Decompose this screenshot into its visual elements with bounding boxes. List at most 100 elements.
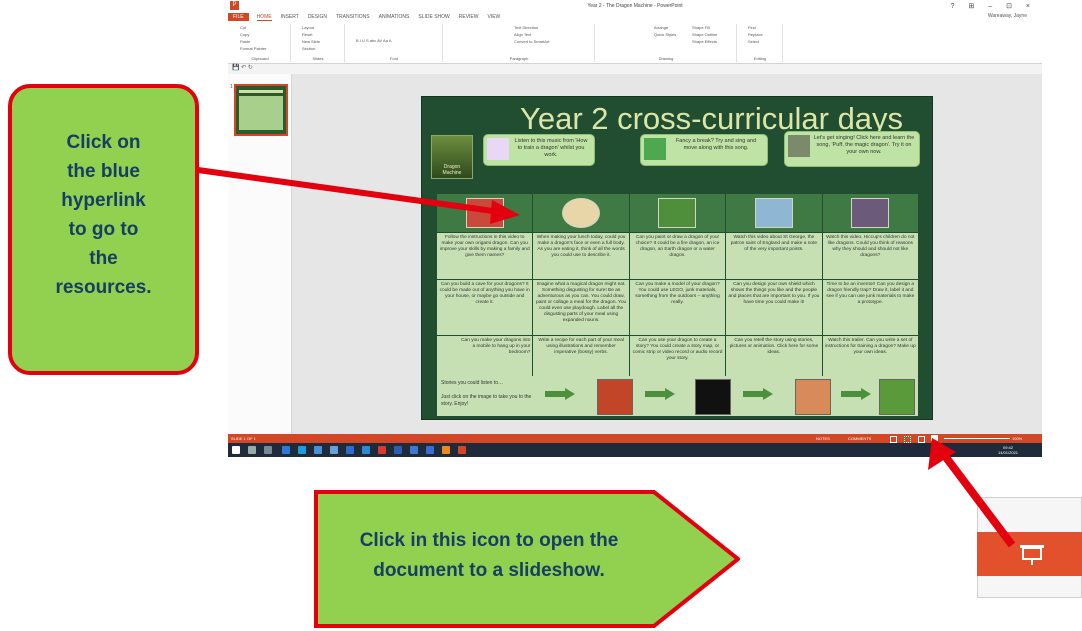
tab-insert[interactable]: INSERT: [281, 14, 299, 20]
reading-view-icon[interactable]: [918, 436, 925, 443]
zoom-level[interactable]: 100%: [1012, 436, 1022, 441]
story-book-paper-bag[interactable]: [695, 379, 731, 415]
story-book-dragon[interactable]: [597, 379, 633, 415]
arrow-icon: [645, 388, 675, 400]
grid-header-1: [437, 194, 533, 232]
tab-design[interactable]: DESIGN: [308, 14, 327, 20]
singing-box-text: Let's get singing! Click here and learn …: [813, 135, 915, 155]
grid-cell[interactable]: Watch this trailer. Can you write a set …: [822, 336, 918, 378]
thumbnail-number: 1: [230, 84, 233, 90]
dragon-machine-logo: Dragon Machine: [431, 135, 473, 179]
align-text-button[interactable]: Align Text: [514, 32, 594, 38]
replace-button[interactable]: Replace: [748, 32, 782, 38]
date: 14/01/2021: [998, 450, 1019, 455]
acrobat-icon[interactable]: [378, 446, 386, 454]
section-button[interactable]: Section: [302, 46, 344, 52]
slides-group: Layout Reset New Slide Section Slides: [292, 24, 345, 62]
callout-line: the: [89, 248, 118, 269]
story-book-dragon-2[interactable]: [795, 379, 831, 415]
font-format-buttons[interactable]: B I U S abc AV Aa A: [356, 38, 442, 44]
ribbon: Cut Copy Paste Format Painter Clipboard …: [228, 22, 1042, 64]
slide-sorter-icon[interactable]: [904, 436, 911, 443]
mail-icon[interactable]: [314, 446, 322, 454]
shape-effects-button[interactable]: Shape Effects: [692, 39, 736, 45]
grid-header-5: [822, 194, 918, 232]
editing-label: Editing: [753, 56, 767, 61]
story-book-zog[interactable]: [879, 379, 915, 415]
callout-line: the blue: [67, 161, 140, 182]
clock: 09:42 14/01/2021: [998, 445, 1018, 455]
tab-file[interactable]: FILE: [228, 13, 249, 21]
find-button[interactable]: Find: [748, 25, 782, 31]
window-controls[interactable]: ? ⊞ – ⊡ ×: [951, 2, 1036, 10]
callout-line: hyperlink: [61, 190, 146, 211]
edge-icon[interactable]: [282, 446, 290, 454]
grid-header-4: [726, 194, 822, 232]
tab-home[interactable]: HOME: [256, 14, 272, 21]
app-icon-3[interactable]: [426, 446, 434, 454]
notes-button[interactable]: NOTES: [816, 436, 830, 441]
app-icon-4[interactable]: [442, 446, 450, 454]
grid-cell[interactable]: Watch this video about St George, the pa…: [726, 233, 822, 279]
font-label: Font: [389, 56, 398, 61]
grid-cell[interactable]: Can you retell the story using stories, …: [726, 336, 822, 378]
dragon-food-image: [562, 198, 601, 228]
grid-cell: Can you build a cave for your dragons? I…: [437, 280, 533, 335]
tab-review[interactable]: REVIEW: [459, 14, 479, 20]
go-noodle-image: [644, 138, 666, 160]
powerpoint-taskbar-icon[interactable]: [458, 446, 466, 454]
zoom-slider[interactable]: [944, 438, 1010, 439]
normal-view-icon[interactable]: [890, 436, 897, 443]
shape-outline-button[interactable]: Shape Outline: [692, 32, 736, 38]
word-icon[interactable]: [394, 446, 402, 454]
chrome-icon[interactable]: [410, 446, 418, 454]
hyperlink-callout: Click on the blue hyperlink to go to the…: [8, 84, 199, 375]
music-box[interactable]: Listen to this music from 'How to train …: [483, 134, 595, 166]
convert-smartart-button[interactable]: Convert to SmartArt: [514, 39, 594, 45]
tab-view[interactable]: VIEW: [488, 14, 501, 20]
arrow-icon: [841, 388, 871, 400]
grid-cell: Write a recipe for each part of your mea…: [533, 336, 629, 378]
grid-cell[interactable]: Watch this video. Hiccup's children do n…: [822, 233, 918, 279]
select-button[interactable]: Select: [748, 39, 782, 45]
search-icon[interactable]: [248, 446, 256, 454]
copy-button[interactable]: Copy: [240, 32, 290, 38]
task-view-icon[interactable]: [264, 446, 272, 454]
format-painter-button[interactable]: Format Painter: [240, 46, 290, 52]
slide-thumbnail[interactable]: [234, 84, 288, 136]
logo-text: Dragon Machine: [442, 164, 462, 176]
grid-cell[interactable]: Follow the instructions in this video to…: [437, 233, 533, 279]
slideshow-icon[interactable]: [931, 435, 938, 441]
slideshow-icon-zoomed[interactable]: [1019, 544, 1045, 566]
tab-slide-show[interactable]: SLIDE SHOW: [418, 14, 449, 20]
cut-button[interactable]: Cut: [240, 25, 290, 31]
stories-text-line-1: Stories you could listen to…: [441, 380, 503, 386]
callout-line: Click on: [66, 132, 141, 153]
start-icon[interactable]: [232, 446, 240, 454]
user-name[interactable]: Wareaway, Jayne: [988, 13, 1027, 19]
text-direction-button[interactable]: Text Direction: [514, 25, 594, 31]
font-group: B I U S abc AV Aa A Font: [346, 24, 443, 62]
app-icon[interactable]: [346, 446, 354, 454]
layout-button[interactable]: Layout: [302, 25, 344, 31]
shape-fill-button[interactable]: Shape Fill: [692, 25, 736, 31]
ie-icon[interactable]: [298, 446, 306, 454]
explorer-icon[interactable]: [330, 446, 338, 454]
grid-cell: Time to be an inventor! Can you design a…: [822, 280, 918, 335]
slides-label: Slides: [312, 56, 324, 61]
comments-button[interactable]: COMMENTS: [848, 436, 871, 441]
paste-button[interactable]: Paste: [240, 39, 290, 45]
break-box[interactable]: Fancy a break? Try and sing and move alo…: [640, 134, 768, 166]
singing-box[interactable]: Let's get singing! Click here and learn …: [784, 131, 920, 167]
grid-cell: Imagine what a magical dragon might eat.…: [533, 280, 629, 335]
grid-cell[interactable]: Can you use your dragon to create a stor…: [629, 336, 726, 378]
reset-button[interactable]: Reset: [302, 32, 344, 38]
tab-animations[interactable]: ANIMATIONS: [379, 14, 410, 20]
music-notes-image: [487, 138, 509, 160]
undo-icon[interactable]: ↶: [241, 65, 246, 71]
save-icon[interactable]: 💾: [232, 65, 239, 71]
new-slide-button[interactable]: New Slide: [302, 39, 344, 45]
app-icon-2[interactable]: [362, 446, 370, 454]
redo-icon[interactable]: ↻: [248, 65, 253, 71]
tab-transitions[interactable]: TRANSITIONS: [336, 14, 370, 20]
